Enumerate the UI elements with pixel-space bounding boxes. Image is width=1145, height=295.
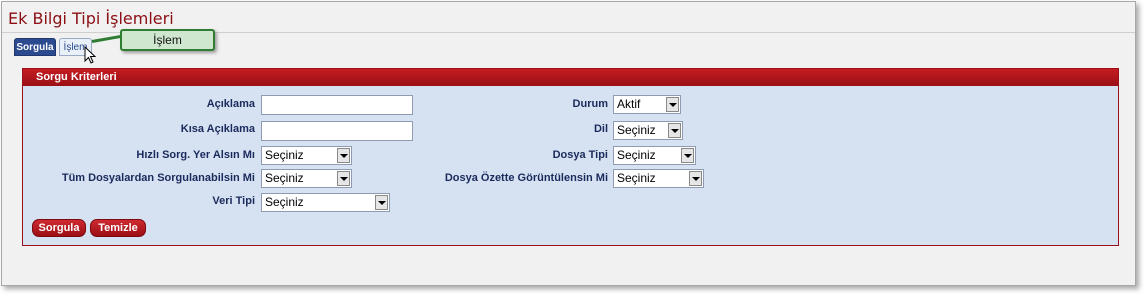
tooltip-pointer	[91, 34, 122, 43]
tum-dosyalar-value: Seçiniz	[265, 171, 304, 185]
dil-select[interactable]: Seçiniz	[613, 121, 683, 140]
chevron-down-icon	[668, 123, 681, 138]
dosya-ozet-select[interactable]: Seçiniz	[613, 169, 704, 188]
durum-value: Aktif	[617, 97, 641, 111]
aciklama-input[interactable]	[261, 95, 413, 115]
chevron-down-icon	[666, 97, 679, 112]
page-title: Ek Bilgi Tipi İşlemleri	[8, 9, 174, 28]
clear-button[interactable]: Temizle	[90, 219, 146, 237]
kisa-aciklama-label: Kısa Açıklama	[180, 123, 255, 135]
dosya-ozet-value: Seçiniz	[617, 171, 656, 185]
aciklama-label: Açıklama	[206, 98, 255, 110]
kisa-aciklama-input[interactable]	[261, 121, 413, 141]
tum-dosyalar-label: Tüm Dosyalardan Sorgulanabilsin Mi	[61, 172, 255, 184]
chevron-down-icon	[689, 171, 702, 186]
veri-tipi-label: Veri Tipi	[212, 195, 255, 207]
dosya-tipi-select[interactable]: Seçiniz	[613, 146, 696, 165]
dil-label: Dil	[593, 123, 608, 135]
chevron-down-icon	[681, 148, 694, 163]
tum-dosyalar-select[interactable]: Seçiniz	[261, 169, 352, 188]
dosya-ozet-label: Dosya Özette Görüntülensin Mi	[444, 172, 608, 184]
dil-value: Seçiniz	[617, 123, 656, 137]
dosya-tipi-label: Dosya Tipi	[552, 149, 608, 161]
veri-tipi-value: Seçiniz	[265, 195, 304, 209]
durum-label: Durum	[572, 98, 608, 110]
tab-sorgula[interactable]: Sorgula	[14, 38, 56, 56]
chevron-down-icon	[337, 148, 350, 163]
tooltip: İşlem	[120, 29, 215, 51]
mouse-cursor-icon	[84, 46, 97, 64]
search-button[interactable]: Sorgula	[32, 219, 86, 237]
window-frame: Ek Bilgi Tipi İşlemleri Sorgula İşlem İş…	[1, 1, 1136, 286]
veri-tipi-select[interactable]: Seçiniz	[261, 193, 390, 212]
hizli-sorg-label: Hızlı Sorg. Yer Alsın Mı	[136, 149, 255, 161]
durum-select[interactable]: Aktif	[613, 95, 681, 114]
search-criteria-panel: Sorgu Kriterleri Açıklama Kısa Açıklama …	[22, 68, 1119, 246]
chevron-down-icon	[337, 171, 350, 186]
hizli-sorg-select[interactable]: Seçiniz	[261, 146, 352, 165]
panel-header: Sorgu Kriterleri	[23, 69, 1118, 86]
chevron-down-icon	[375, 195, 388, 210]
hizli-sorg-value: Seçiniz	[265, 148, 304, 162]
dosya-tipi-value: Seçiniz	[617, 148, 656, 162]
